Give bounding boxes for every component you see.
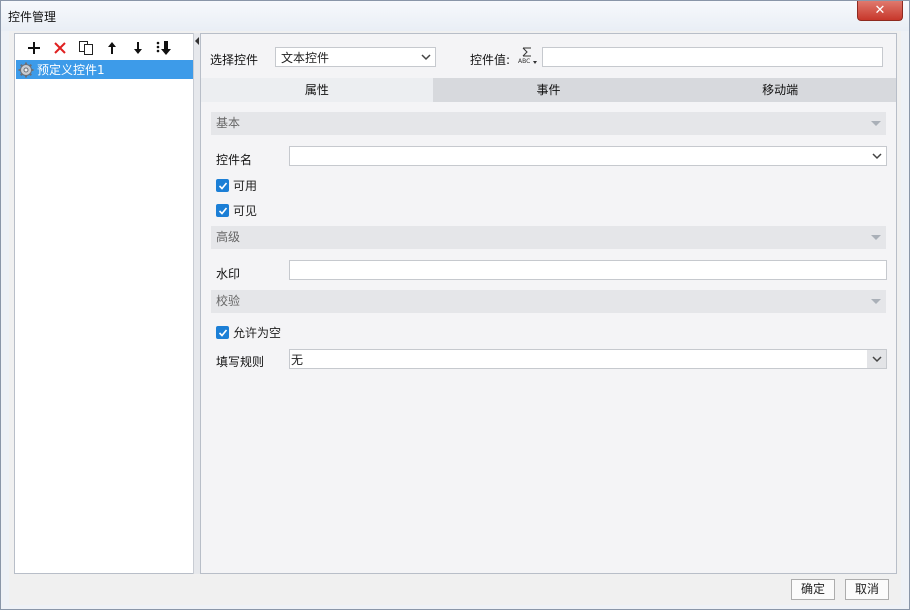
list-toolbar	[21, 37, 177, 59]
visible-checkbox[interactable]	[216, 204, 229, 217]
move-bottom-button[interactable]	[151, 37, 177, 59]
tab-mobile[interactable]: 移动端	[664, 78, 897, 102]
watermark-label: 水印	[216, 267, 241, 281]
add-button[interactable]	[21, 37, 47, 59]
chevron-down-icon[interactable]	[867, 147, 886, 165]
enabled-label: 可用	[233, 179, 258, 193]
svg-text:ABC: ABC	[518, 58, 530, 65]
title-bar[interactable]: 控件管理 ✕	[1, 1, 909, 31]
collapse-icon	[871, 121, 881, 126]
section-advanced[interactable]: 高级	[211, 226, 886, 249]
checkmark-icon	[218, 206, 227, 215]
control-name-label: 控件名	[216, 153, 253, 167]
move-bottom-icon	[156, 41, 171, 55]
control-type-value: 文本控件	[281, 50, 330, 65]
copy-button[interactable]	[73, 37, 99, 59]
chevron-down-icon[interactable]	[416, 48, 435, 66]
collapse-icon	[871, 235, 881, 240]
move-up-icon	[108, 42, 116, 54]
move-down-icon	[134, 42, 142, 54]
tab-events[interactable]: 事件	[432, 78, 665, 102]
collapse-left-icon[interactable]	[195, 37, 199, 45]
enabled-checkbox[interactable]	[216, 179, 229, 192]
close-icon: ✕	[874, 3, 886, 18]
formula-icon[interactable]: ABC	[517, 46, 539, 69]
allow-empty-checkbox[interactable]	[216, 326, 229, 339]
tab-properties[interactable]: 属性	[201, 78, 433, 102]
control-value-label: 控件值:	[470, 53, 511, 67]
delete-button[interactable]	[47, 37, 73, 59]
gear-icon	[18, 62, 34, 78]
property-panel: 选择控件 文本控件 控件值: ABC 属性 事件 移动端 基本 控件名 可用 可…	[200, 33, 897, 574]
control-value-input[interactable]	[542, 47, 883, 67]
section-basic[interactable]: 基本	[211, 112, 886, 135]
ok-button[interactable]: 确定	[791, 579, 835, 600]
tree-item-predefined[interactable]: 预定义控件1	[16, 60, 198, 79]
control-name-combo[interactable]	[289, 146, 887, 166]
copy-icon	[79, 41, 93, 55]
dialog-body: 预定义控件1 选择控件 文本控件 控件值: ABC 属性 事件 移动端 基本 控…	[9, 31, 901, 605]
control-list-panel: 预定义控件1	[14, 33, 200, 574]
add-icon	[28, 42, 40, 54]
delete-icon	[54, 42, 66, 54]
collapse-icon	[871, 299, 881, 304]
fill-rule-value: 无	[291, 352, 304, 367]
fill-rule-label: 填写规则	[216, 355, 265, 369]
window-title: 控件管理	[8, 10, 57, 24]
dialog-window: 控件管理 ✕ 预定义控件1 选择控件 文本控件 控件值: ABC 属性 事件 移…	[0, 0, 910, 610]
fill-rule-select[interactable]: 无	[289, 349, 887, 369]
watermark-input[interactable]	[289, 260, 887, 280]
allow-empty-checkbox-row[interactable]: 允许为空	[216, 324, 281, 341]
section-validation[interactable]: 校验	[211, 290, 886, 313]
select-control-label: 选择控件	[210, 53, 259, 67]
chevron-down-icon[interactable]	[867, 350, 886, 368]
section-title: 高级	[216, 230, 241, 244]
property-tabs: 属性 事件 移动端	[201, 78, 897, 102]
move-down-button[interactable]	[125, 37, 151, 59]
checkmark-icon	[218, 328, 227, 337]
tree-item-label: 预定义控件1	[37, 63, 105, 77]
panel-splitter[interactable]	[193, 33, 200, 574]
checkmark-icon	[218, 181, 227, 190]
visible-label: 可见	[233, 204, 258, 218]
section-title: 校验	[216, 294, 241, 308]
close-button[interactable]: ✕	[857, 1, 903, 21]
move-up-button[interactable]	[99, 37, 125, 59]
cancel-button[interactable]: 取消	[845, 579, 889, 600]
section-title: 基本	[216, 116, 241, 130]
control-type-select[interactable]: 文本控件	[275, 47, 436, 67]
allow-empty-label: 允许为空	[233, 326, 282, 340]
enabled-checkbox-row[interactable]: 可用	[216, 177, 257, 194]
visible-checkbox-row[interactable]: 可见	[216, 202, 257, 219]
